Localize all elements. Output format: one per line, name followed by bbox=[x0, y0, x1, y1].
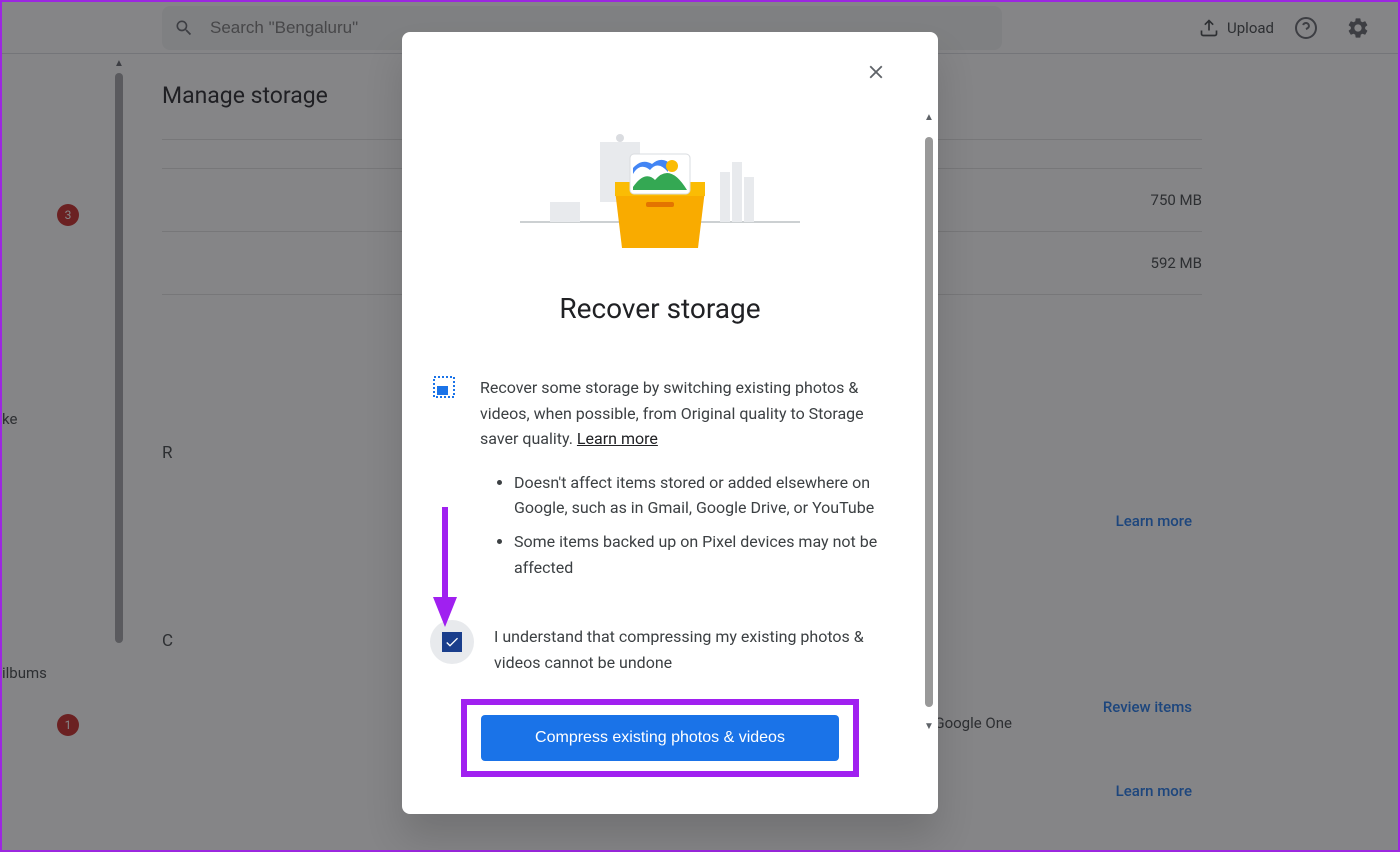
checkmark-icon bbox=[444, 634, 460, 650]
compress-button[interactable]: Compress existing photos & videos bbox=[481, 715, 839, 761]
recover-storage-modal: ▲ ▼ Recover storage bbox=[402, 32, 938, 814]
modal-description: Recover some storage by switching existi… bbox=[480, 375, 888, 452]
scroll-up-icon[interactable]: ▲ bbox=[924, 112, 934, 123]
scroll-down-icon[interactable]: ▼ bbox=[924, 721, 934, 732]
modal-bullet-list: Doesn't affect items stored or added els… bbox=[514, 470, 888, 580]
learn-more-link[interactable]: Learn more bbox=[577, 429, 658, 448]
image-quality-icon bbox=[432, 375, 456, 399]
cta-highlight-annotation: Compress existing photos & videos bbox=[461, 699, 859, 777]
close-icon bbox=[865, 61, 887, 83]
consent-text: I understand that compressing my existin… bbox=[494, 620, 888, 675]
consent-checkbox[interactable] bbox=[430, 620, 474, 664]
modal-scrollbar[interactable]: ▲ ▼ bbox=[920, 112, 938, 732]
close-button[interactable] bbox=[856, 52, 896, 92]
scroll-thumb[interactable] bbox=[925, 137, 933, 707]
modal-title: Recover storage bbox=[432, 292, 888, 325]
modal-description-row: Recover some storage by switching existi… bbox=[432, 375, 888, 452]
consent-row: I understand that compressing my existin… bbox=[430, 620, 888, 675]
recover-storage-illustration bbox=[432, 122, 888, 252]
list-item: Doesn't affect items stored or added els… bbox=[514, 470, 888, 521]
list-item: Some items backed up on Pixel devices ma… bbox=[514, 529, 888, 580]
